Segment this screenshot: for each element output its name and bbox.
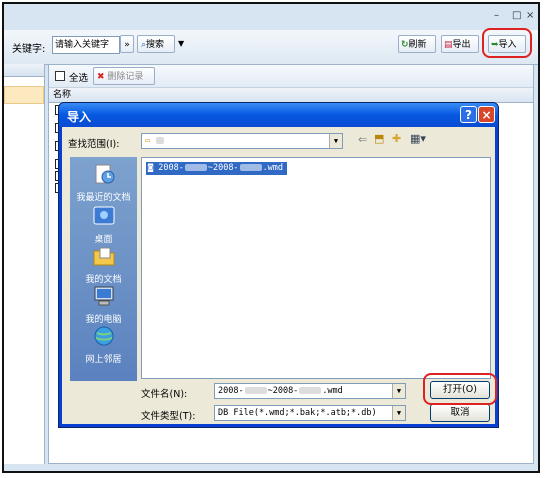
export-button[interactable]: ▤导出 (441, 35, 479, 53)
dialog-close-button[interactable]: × (478, 106, 495, 123)
view-menu-icon[interactable]: ▦▾ (410, 132, 426, 145)
filename-part: 2008- (218, 386, 244, 396)
keyword-label: 关键字: (12, 44, 46, 55)
place-recent-documents[interactable]: 我最近的文档 (70, 163, 137, 203)
file-name-part: ~2008- (207, 163, 239, 173)
places-bar: 我最近的文档 桌面 我的文档 我的电脑 网上邻居 (70, 157, 137, 381)
export-label: 导出 (452, 40, 471, 50)
delete-icon: ✖ (97, 72, 105, 82)
name-column-header[interactable]: 名称 (49, 88, 533, 103)
place-my-documents[interactable]: 我的文档 (70, 245, 137, 285)
file-name-part: 2008- (158, 163, 184, 173)
search-dropdown-icon[interactable]: ▼ (178, 39, 184, 48)
toolbar: 关键字: 请输入关键字 » ⌕搜索 ▼ ↻刷新 ▤导出 ➥导入 (4, 30, 538, 65)
list-toolbar: 全选 ✖ 删除记录 (49, 65, 533, 88)
desktop-icon (93, 206, 114, 225)
select-all-checkbox[interactable] (55, 71, 65, 81)
lookin-label: 查找范围(I): (68, 139, 120, 150)
search-button-label: 搜索 (146, 40, 165, 50)
close-window-button[interactable]: × (526, 10, 534, 21)
filetype-label: 文件类型(T): (141, 411, 196, 422)
help-button[interactable]: ? (460, 106, 477, 123)
recent-docs-icon (95, 164, 114, 184)
filetype-select[interactable]: DB File(*.wmd;*.bak;*.atb;*.db) ▼ (214, 405, 406, 421)
nav-button[interactable]: » (120, 35, 134, 53)
place-label: 我的电脑 (85, 315, 122, 325)
dialog-title: 导入 (67, 110, 92, 124)
filename-part: ~2008- (267, 386, 299, 396)
import-highlight (482, 28, 532, 58)
cancel-button[interactable]: 取消 (430, 404, 490, 422)
filetype-dropdown-arrow[interactable]: ▼ (392, 406, 405, 420)
place-desktop[interactable]: 桌面 (70, 205, 137, 245)
filename-label: 文件名(N): (141, 389, 188, 400)
my-computer-icon (94, 286, 113, 306)
refresh-label: 刷新 (408, 40, 427, 50)
lookin-combo[interactable]: ▭ ▼ (141, 133, 343, 149)
filename-part: .wmd (322, 386, 343, 396)
redacted-date (299, 387, 322, 394)
maximize-button[interactable]: □ (512, 10, 521, 21)
refresh-icon: ↻ (401, 40, 409, 50)
refresh-button[interactable]: ↻刷新 (398, 35, 436, 53)
new-folder-icon[interactable]: ✚ (392, 132, 401, 145)
delete-record-button[interactable]: ✖ 删除记录 (93, 67, 155, 85)
place-label: 网上邻居 (85, 355, 122, 365)
redacted-folder-name (156, 137, 165, 144)
place-label: 我最近的文档 (76, 193, 131, 203)
back-icon[interactable]: ⇐ (358, 133, 367, 146)
minimize-button[interactable]: – (494, 10, 499, 21)
filename-dropdown-arrow[interactable]: ▼ (392, 384, 405, 398)
import-dialog: 导入 ? × 查找范围(I): ▭ ▼ ⇐ ⬒ ✚ ▦▾ 我最近的文档 桌面 我… (58, 102, 499, 428)
place-my-computer[interactable]: 我的电脑 (70, 285, 137, 325)
place-label: 我的文档 (85, 275, 122, 285)
sidebar-header (4, 64, 44, 77)
export-icon: ▤ (444, 40, 453, 50)
sidebar-selected-item[interactable] (4, 86, 44, 104)
up-folder-icon[interactable]: ⬒ (374, 132, 384, 145)
db-file-icon: ◙ (148, 163, 154, 173)
filename-input[interactable]: 2008- ~2008- .wmd ▼ (214, 383, 406, 399)
place-network[interactable]: 网上邻居 (70, 325, 137, 365)
folder-icon: ▭ (145, 136, 151, 146)
search-button[interactable]: ⌕搜索 (137, 35, 175, 53)
search-input[interactable]: 请输入关键字 (52, 36, 120, 54)
lookin-dropdown-arrow[interactable]: ▼ (329, 134, 342, 148)
dialog-titlebar: 导入 ? × (59, 103, 498, 127)
select-all-label: 全选 (69, 73, 89, 84)
network-places-icon (94, 326, 113, 346)
sidebar (4, 64, 45, 464)
redacted-date (244, 387, 267, 394)
filetype-value: DB File(*.wmd;*.bak;*.atb;*.db) (218, 408, 377, 418)
my-documents-icon (93, 247, 114, 266)
file-name-part: .wmd (262, 163, 284, 173)
open-highlight (423, 373, 497, 405)
file-list: ◙ 2008- ~2008- .wmd (141, 157, 491, 379)
delete-label: 删除记录 (107, 72, 144, 82)
file-item[interactable]: ◙ 2008- ~2008- .wmd (146, 162, 288, 175)
redacted-date (239, 164, 262, 171)
dialog-body: 查找范围(I): ▭ ▼ ⇐ ⬒ ✚ ▦▾ 我最近的文档 桌面 我的文档 我的电… (62, 127, 497, 424)
redacted-date (184, 164, 207, 171)
place-label: 桌面 (94, 235, 113, 245)
